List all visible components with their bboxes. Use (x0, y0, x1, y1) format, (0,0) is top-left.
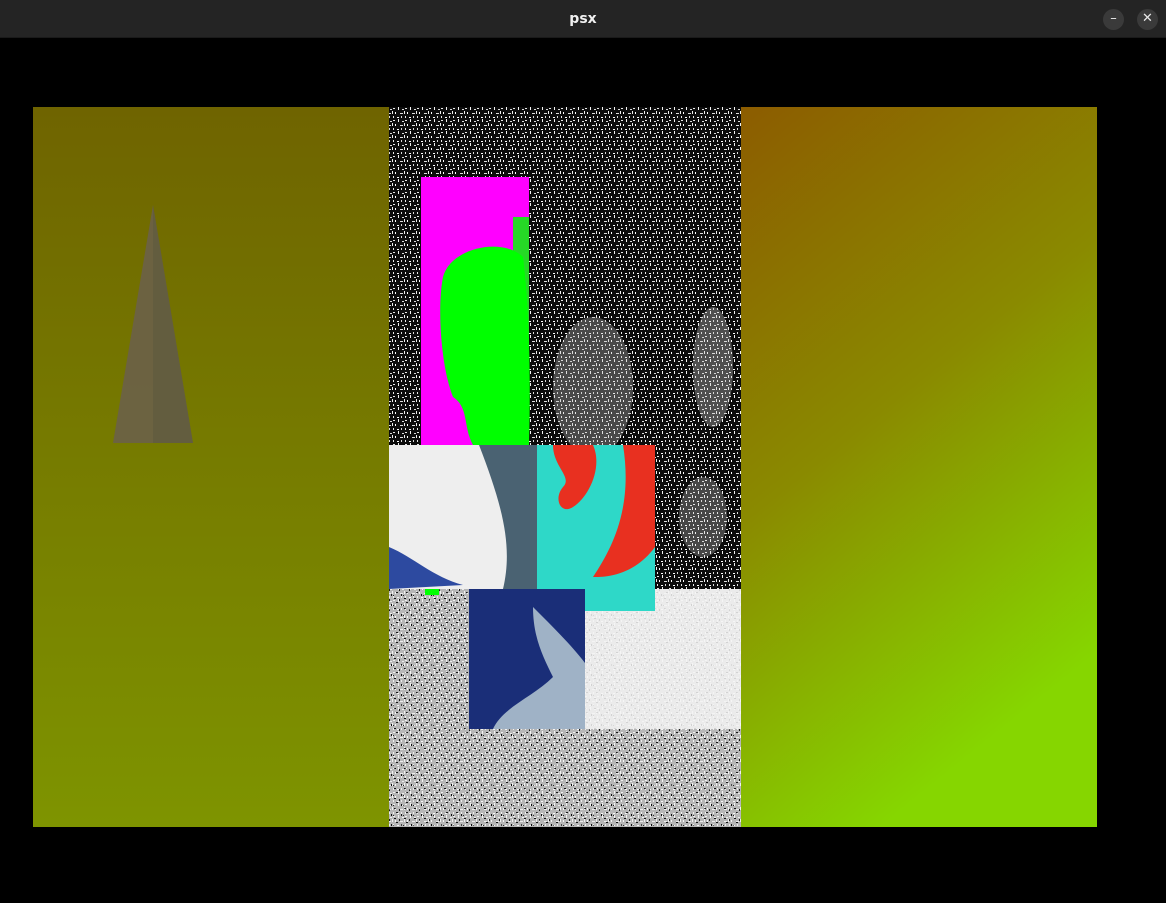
emulator-window: psx – ✕ (0, 0, 1166, 903)
close-icon: ✕ (1142, 11, 1153, 26)
minimize-icon: – (1110, 11, 1117, 26)
window-title: psx (569, 11, 597, 27)
noise-wisp-2 (693, 307, 733, 427)
minimize-button[interactable]: – (1103, 9, 1124, 30)
emulator-viewport[interactable] (0, 38, 1166, 903)
noise-wisp-3 (679, 477, 727, 557)
scene-canvas (33, 107, 1097, 827)
green-strip (425, 589, 439, 595)
close-button[interactable]: ✕ (1137, 9, 1158, 30)
background-gradient-right (739, 107, 1097, 827)
green-edge (513, 217, 529, 445)
background-gradient-left (33, 107, 391, 827)
title-bar[interactable]: psx – ✕ (0, 0, 1166, 38)
noise-wisp-1 (553, 317, 633, 457)
rendered-scene (33, 107, 1097, 827)
